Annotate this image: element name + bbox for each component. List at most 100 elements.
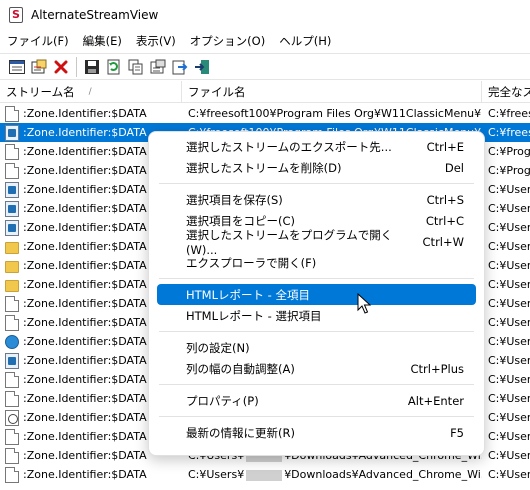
doc-file-icon (5, 314, 19, 331)
full-name-cell: C:¥frees (488, 126, 530, 139)
app-icon (9, 7, 23, 23)
menu-separator (159, 416, 474, 417)
context-menu-shortcut: F5 (450, 425, 464, 440)
options-icon[interactable] (147, 56, 169, 78)
full-name-cell: C:¥Users (488, 354, 530, 367)
column-file-name[interactable]: ファイル名 (182, 81, 482, 102)
menu-options[interactable]: オプション(O) (183, 33, 273, 49)
menu-file[interactable]: ファイル(F) (0, 33, 76, 49)
full-name-cell: C:¥Users (488, 221, 530, 234)
stream-name-text: :Zone.Identifier:$DATA (23, 126, 147, 139)
doc-file-icon (5, 162, 19, 179)
doc-file-icon (5, 447, 19, 464)
globe-file-icon (5, 334, 19, 349)
full-name-cell: C:¥Users (488, 335, 530, 348)
column-full-name[interactable]: 完全なス (482, 81, 530, 102)
delete-icon[interactable] (50, 56, 72, 78)
full-name-cell: C:¥Progr (488, 164, 530, 177)
context-menu-shortcut: Ctrl+S (426, 192, 464, 207)
context-menu-item[interactable]: プロパティ(P) Alt+Enter (157, 390, 476, 411)
context-menu-shortcut: Del (444, 160, 464, 175)
context-menu-item-label: 列の設定(N) (186, 340, 250, 355)
context-menu-item[interactable]: 選択したストリームのエクスポート先... Ctrl+E (157, 136, 476, 157)
table-row[interactable]: :Zone.Identifier:$DATA C:¥freesoft100¥Pro… (0, 104, 530, 123)
context-menu-item-label: 最新の情報に更新(R) (186, 425, 295, 440)
full-name-cell: C:¥Users (488, 411, 530, 424)
stream-name-text: :Zone.Identifier:$DATA (23, 449, 147, 462)
table-row[interactable]: :Zone.Identifier:$DATA C:¥Users¥ ¥Download… (0, 465, 530, 484)
context-menu-item-label: 選択したストリームのエクスポート先... (186, 139, 392, 154)
stream-name-text: :Zone.Identifier:$DATA (23, 240, 147, 253)
refresh-icon[interactable] (103, 56, 125, 78)
context-menu-item[interactable]: 最新の情報に更新(R) F5 (157, 422, 476, 443)
exit-icon[interactable] (191, 56, 213, 78)
column-full-name-label: 完全なス (488, 84, 530, 99)
stream-name-text: :Zone.Identifier:$DATA (23, 202, 147, 215)
doc-file-icon (5, 143, 19, 160)
save-icon[interactable] (81, 56, 103, 78)
menu-separator (159, 183, 474, 184)
stream-name-text: :Zone.Identifier:$DATA (23, 373, 147, 386)
list-header: ストリーム名 / ファイル名 完全なス (0, 81, 530, 103)
doc-file-icon (5, 428, 19, 445)
context-menu-item[interactable]: HTMLレポート - 選択項目 (157, 305, 476, 326)
context-menu-item-label: 選択したストリームを削除(D) (186, 160, 342, 175)
full-name-cell: C:¥Users (488, 430, 530, 443)
stream-name-text: :Zone.Identifier:$DATA (23, 392, 147, 405)
window-title: AlternateStreamView (31, 8, 159, 22)
context-menu-item[interactable]: エクスプローラで開く(F) (157, 252, 476, 273)
context-menu-item[interactable]: 選択したストリームを削除(D) Del (157, 157, 476, 178)
stream-name-text: :Zone.Identifier:$DATA (23, 316, 147, 329)
full-name-cell: C:¥freesc (488, 107, 530, 120)
stream-name-text: :Zone.Identifier:$DATA (23, 107, 147, 120)
stream-name-text: :Zone.Identifier:$DATA (23, 145, 147, 158)
column-stream-name[interactable]: ストリーム名 / (0, 81, 182, 102)
full-name-cell: C:¥Users (488, 373, 530, 386)
full-name-cell: C:¥Progr (488, 145, 530, 158)
context-menu-item[interactable]: 選択項目を保存(S) Ctrl+S (157, 189, 476, 210)
menu-separator (159, 384, 474, 385)
stream-name-cell: :Zone.Identifier:$DATA (0, 466, 182, 483)
stream-name-text: :Zone.Identifier:$DATA (23, 354, 147, 367)
full-name-cell: C:¥Users (488, 240, 530, 253)
folder-file-icon (5, 260, 19, 273)
menu-separator (159, 331, 474, 332)
doc-file-icon (5, 371, 19, 388)
context-menu-item[interactable]: 列の幅の自動調整(A) Ctrl+Plus (157, 358, 476, 379)
menu-view[interactable]: 表示(V) (129, 33, 183, 49)
context-menu-shortcut: Ctrl+W (422, 234, 464, 249)
html-report-icon[interactable] (6, 56, 28, 78)
context-menu-item[interactable]: 選択したストリームをプログラムで開く(W)... Ctrl+W (157, 228, 476, 257)
img-file-icon (5, 219, 19, 236)
full-name-cell: C:¥Users (488, 202, 530, 215)
export-icon[interactable] (169, 56, 191, 78)
doc-file-icon (5, 105, 19, 122)
context-menu-item[interactable]: 列の設定(N) (157, 337, 476, 358)
full-name-cell: C:¥Users (488, 183, 530, 196)
full-name-cell: C:¥Users (488, 316, 530, 329)
context-menu-item-label: 選択項目を保存(S) (186, 192, 283, 207)
img-file-icon (5, 181, 19, 198)
context-menu-item[interactable]: HTMLレポート - 全項目 (157, 284, 476, 305)
context-menu-item-label: HTMLレポート - 選択項目 (186, 308, 322, 323)
menu-bar: ファイル(F) 編集(E) 表示(V) オプション(O) ヘルプ(H) (0, 30, 530, 52)
menu-help[interactable]: ヘルプ(H) (272, 33, 338, 49)
doc-file-icon (5, 390, 19, 407)
file-path-suffix: ¥Downloads¥Advanced_Chrome_Wi... (284, 468, 482, 481)
doc-file-icon (5, 466, 19, 483)
context-menu-item-label: プロパティ(P) (186, 393, 259, 408)
title-bar: AlternateStreamView (0, 0, 530, 30)
file-path-prefix: C:¥Users¥ (188, 468, 245, 481)
copy-icon[interactable] (125, 56, 147, 78)
sort-arrow-icon: / (88, 86, 92, 97)
toolbar-separator (76, 56, 77, 77)
properties-icon[interactable] (28, 56, 50, 78)
full-name-cell: C:¥Users (488, 278, 530, 291)
full-name-cell: C:¥Users (488, 259, 530, 272)
context-menu: 選択したストリームのエクスポート先... Ctrl+E 選択したストリームを削除(D… (148, 131, 485, 456)
context-menu-shortcut: Alt+Enter (407, 393, 464, 408)
stream-name-text: :Zone.Identifier:$DATA (23, 278, 147, 291)
menu-edit[interactable]: 編集(E) (76, 33, 129, 49)
redacted-username (246, 469, 283, 481)
stream-name-text: :Zone.Identifier:$DATA (23, 221, 147, 234)
